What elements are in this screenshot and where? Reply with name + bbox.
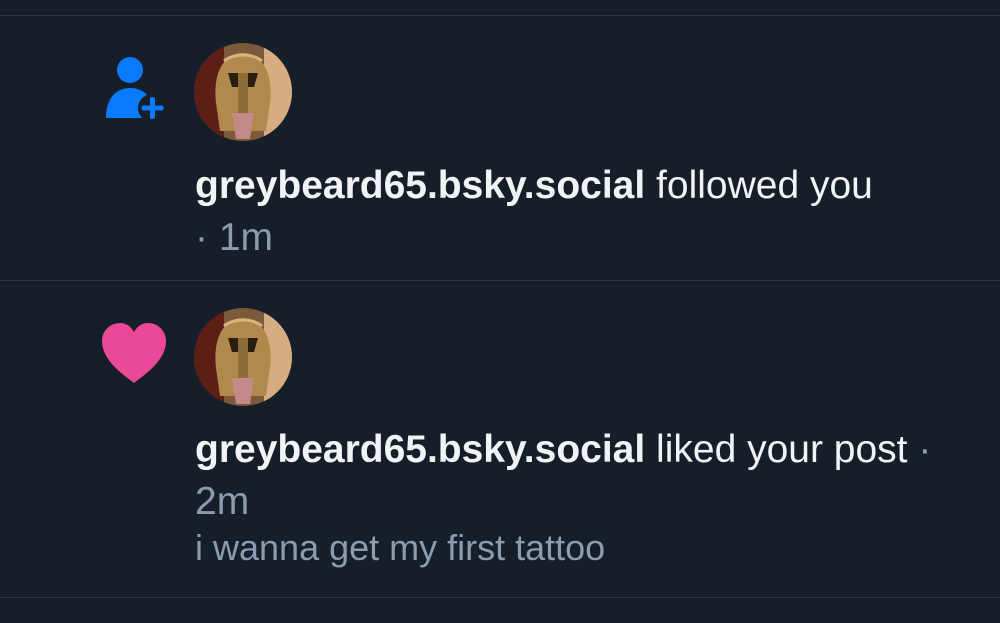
person-plus-icon — [100, 54, 168, 127]
action-text: followed you — [656, 164, 873, 207]
avatar[interactable] — [194, 308, 292, 406]
spartan-helmet-avatar-image — [194, 308, 292, 406]
timestamp: 2m — [195, 480, 250, 523]
divider — [0, 597, 1000, 598]
timestamp: 1m — [218, 216, 274, 259]
author-handle[interactable]: greybeard65.bsky.social — [195, 428, 645, 471]
heart-icon — [100, 321, 168, 390]
separator: · — [195, 216, 208, 259]
notification-text: greybeard65.bsky.social followed you · 1… — [195, 160, 955, 264]
separator: · — [918, 428, 932, 471]
notification-like[interactable]: greybeard65.bsky.social liked your post … — [0, 281, 1000, 597]
notification-follow[interactable]: greybeard65.bsky.social followed you · 1… — [0, 16, 1000, 280]
spartan-helmet-avatar-image — [194, 43, 292, 141]
notification-text: greybeard65.bsky.social liked your post … — [195, 424, 955, 528]
notifications-feed: greybeard65.bsky.social followed you · 1… — [0, 0, 1000, 623]
action-text: liked your post — [656, 428, 908, 471]
post-preview[interactable]: i wanna get my first tattoo — [195, 524, 605, 572]
author-handle[interactable]: greybeard65.bsky.social — [195, 164, 645, 207]
avatar[interactable] — [194, 43, 292, 141]
